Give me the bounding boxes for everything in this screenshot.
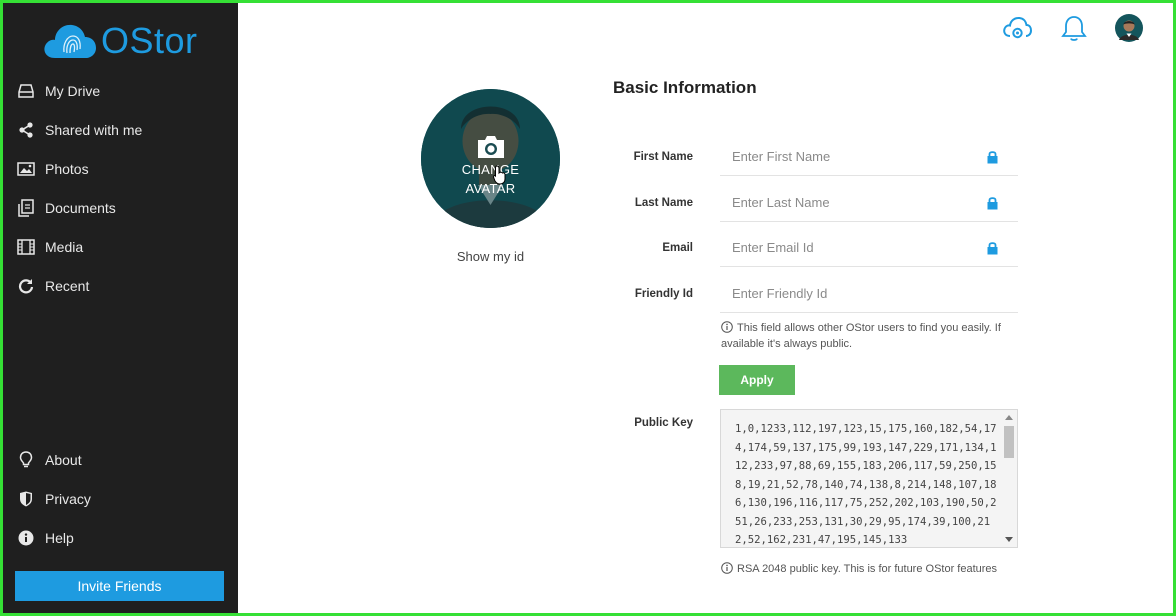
public-key-hint: RSA 2048 public key. This is for future … (721, 561, 1021, 577)
sidebar-item-recent[interactable]: Recent (3, 271, 238, 301)
public-key-label: Public Key (634, 417, 693, 429)
sidebar-item-label: About (45, 452, 82, 468)
sidebar-item-shared[interactable]: Shared with me (3, 115, 238, 145)
documents-icon (17, 199, 35, 217)
change-avatar-label-2: AVATAR (465, 181, 516, 196)
cursor-icon (493, 165, 506, 185)
scroll-down-icon[interactable] (1005, 537, 1013, 542)
sidebar-item-documents[interactable]: Documents (3, 193, 238, 223)
apply-button[interactable]: Apply (719, 365, 795, 395)
sidebar-item-label: Privacy (45, 491, 91, 507)
sidebar-item-privacy[interactable]: Privacy (3, 484, 238, 514)
avatar-change-button[interactable]: CHANGE AVATAR (421, 89, 560, 228)
sidebar-item-label: Photos (45, 161, 89, 177)
refresh-icon (17, 277, 35, 295)
last-name-field (720, 184, 1018, 222)
sidebar-item-help[interactable]: Help (3, 523, 238, 553)
last-name-input[interactable] (720, 184, 1018, 221)
camera-icon (478, 136, 504, 158)
cloud-settings-icon[interactable] (1002, 16, 1033, 47)
invite-friends-button[interactable]: Invite Friends (15, 571, 224, 601)
section-title: Basic Information (613, 78, 757, 97)
change-avatar-label: CHANGE (461, 162, 520, 177)
scrollbar[interactable] (1001, 410, 1017, 547)
info-circle-icon (721, 562, 733, 574)
sidebar-item-my-drive[interactable]: My Drive (3, 76, 238, 106)
sidebar-item-label: Documents (45, 200, 116, 216)
friendly-id-input[interactable] (720, 275, 1018, 312)
bell-icon[interactable] (1061, 15, 1087, 48)
email-field (720, 229, 1018, 267)
sidebar-item-media[interactable]: Media (3, 232, 238, 262)
info-icon (17, 529, 35, 547)
photo-icon (17, 160, 35, 178)
first-name-field (720, 138, 1018, 176)
brand-logo[interactable]: OStor (43, 20, 198, 62)
show-my-id-link[interactable]: Show my id (421, 249, 560, 264)
shield-icon (17, 490, 35, 508)
sidebar-item-label: Recent (45, 278, 90, 294)
first-name-input[interactable] (720, 138, 1018, 175)
friendly-id-hint: This field allows other OStor users to f… (721, 320, 1021, 352)
sidebar: OStor My Drive Shared with me Photos Doc… (3, 3, 238, 613)
share-icon (17, 121, 35, 139)
public-key-textarea[interactable]: 1,0,1233,112,197,123,15,175,160,182,54,1… (720, 409, 1018, 548)
sidebar-item-label: Help (45, 530, 74, 546)
scroll-up-icon[interactable] (1005, 415, 1013, 420)
drive-icon (17, 82, 35, 100)
sidebar-item-about[interactable]: About (3, 445, 238, 475)
friendly-id-field (720, 275, 1018, 313)
scrollbar-thumb[interactable] (1004, 426, 1014, 458)
email-input[interactable] (720, 229, 1018, 266)
lightbulb-icon (17, 451, 35, 469)
public-key-hint-text: RSA 2048 public key. This is for future … (737, 563, 998, 575)
sidebar-item-label: Media (45, 239, 84, 255)
public-key-value: 1,0,1233,112,197,123,15,175,160,182,54,1… (735, 423, 997, 546)
lock-icon (987, 197, 998, 210)
cloud-logo-icon (44, 24, 96, 58)
friendly-id-hint-text: This field allows other OStor users to f… (721, 322, 1001, 350)
sidebar-item-photos[interactable]: Photos (3, 154, 238, 184)
film-icon (17, 238, 35, 256)
info-circle-icon (721, 321, 733, 333)
first-name-label: First Name (633, 151, 693, 163)
friendly-id-label: Friendly Id (634, 288, 693, 300)
brand-name: OStor (101, 20, 198, 61)
lock-icon (987, 151, 998, 164)
lock-icon (987, 242, 998, 255)
sidebar-item-label: My Drive (45, 83, 101, 99)
last-name-label: Last Name (634, 197, 693, 209)
sidebar-item-label: Shared with me (45, 122, 143, 138)
user-avatar-icon[interactable] (1115, 14, 1143, 47)
email-label: Email (662, 242, 693, 254)
